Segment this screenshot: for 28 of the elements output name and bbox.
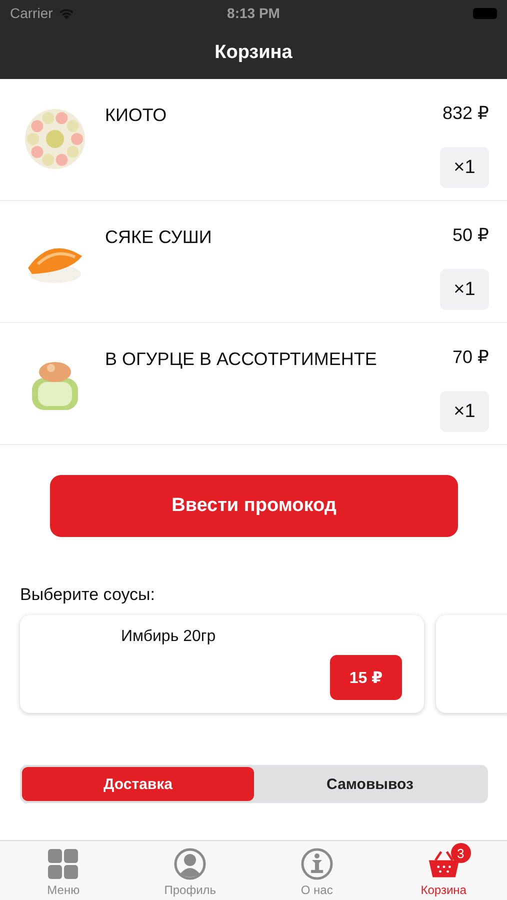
item-price: 50 ₽ <box>452 224 489 246</box>
item-price: 832 ₽ <box>442 102 489 124</box>
time-label: 8:13 PM <box>227 5 280 21</box>
info-icon <box>300 848 334 880</box>
delivery-option-tab[interactable]: Доставка <box>22 767 254 801</box>
item-name: В ОГУРЦЕ В АССОТРТИМЕНТЕ <box>105 348 378 370</box>
battery-icon <box>472 8 497 18</box>
tab-bar-item[interactable]: Меню <box>0 841 127 900</box>
sauce-name: Имбирь 20гр <box>121 628 216 646</box>
item-name: КИОТО <box>105 104 168 126</box>
delivery-option-tab[interactable]: Самовывоз <box>254 767 486 801</box>
item-name: СЯКЕ СУШИ <box>105 226 213 248</box>
count-badge: 3 <box>450 843 471 863</box>
tab-bar-item[interactable]: О нас <box>254 841 380 900</box>
grid-icon <box>46 848 80 880</box>
item-price: 70 ₽ <box>452 346 489 368</box>
tab-bar-item[interactable]: Профиль <box>126 841 254 900</box>
profile-icon <box>173 848 208 880</box>
wifi-icon <box>58 6 75 20</box>
section-title: Выберите соусы: <box>20 585 155 605</box>
sauce-price-button[interactable]: 15 ₽ <box>330 655 402 700</box>
quantity-button[interactable]: ×1 <box>440 269 489 310</box>
quantity-button[interactable]: ×1 <box>440 147 489 188</box>
screen-title: Корзина <box>214 40 292 64</box>
tab-bar-item[interactable]: 3 Корзина <box>380 841 507 900</box>
carrier-label: Carrier <box>10 5 53 21</box>
promo-code-button[interactable]: Ввести промокод <box>50 475 458 537</box>
quantity-button[interactable]: ×1 <box>440 391 489 432</box>
